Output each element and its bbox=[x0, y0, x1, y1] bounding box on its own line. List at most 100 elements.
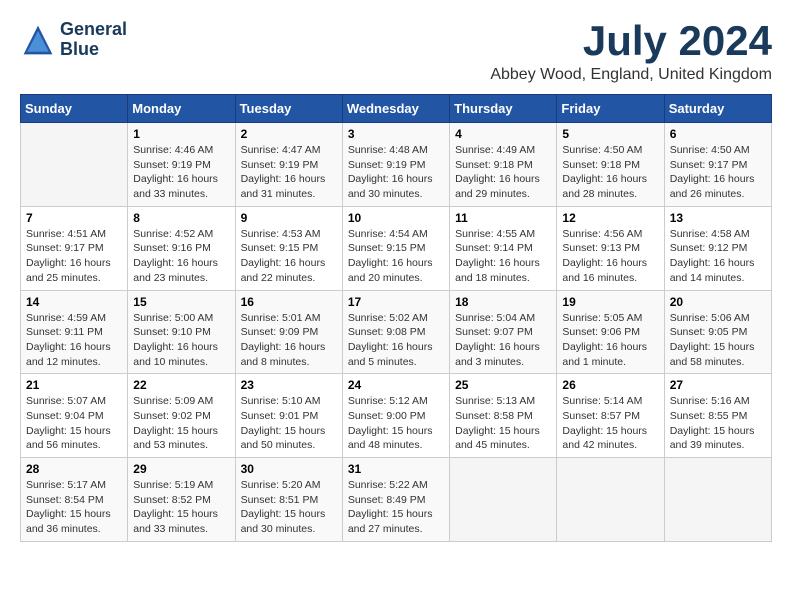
day-info: Sunrise: 5:00 AM Sunset: 9:10 PM Dayligh… bbox=[133, 311, 229, 370]
day-info: Sunrise: 5:19 AM Sunset: 8:52 PM Dayligh… bbox=[133, 478, 229, 537]
day-number: 2 bbox=[241, 127, 337, 141]
day-info: Sunrise: 5:17 AM Sunset: 8:54 PM Dayligh… bbox=[26, 478, 122, 537]
day-number: 22 bbox=[133, 378, 229, 392]
header-cell-saturday: Saturday bbox=[664, 95, 771, 123]
header-cell-thursday: Thursday bbox=[450, 95, 557, 123]
logo-icon bbox=[20, 22, 56, 58]
calendar-cell: 12 Sunrise: 4:56 AM Sunset: 9:13 PM Dayli… bbox=[557, 206, 664, 290]
calendar-cell: 25Sunrise: 5:13 AM Sunset: 8:58 PM Dayli… bbox=[450, 374, 557, 458]
day-info: Sunrise: 5:13 AM Sunset: 8:58 PM Dayligh… bbox=[455, 394, 551, 453]
calendar-week-3: 14 Sunrise: 4:59 AM Sunset: 9:11 PM Dayli… bbox=[21, 290, 772, 374]
calendar-cell: 31 Sunrise: 5:22 AM Sunset: 8:49 PM Dayli… bbox=[342, 458, 449, 542]
day-number: 5 bbox=[562, 127, 658, 141]
calendar-cell: 16Sunrise: 5:01 AM Sunset: 9:09 PM Dayli… bbox=[235, 290, 342, 374]
header-cell-monday: Monday bbox=[128, 95, 235, 123]
day-number: 14 bbox=[26, 295, 122, 309]
day-info: Sunrise: 5:10 AM Sunset: 9:01 PM Dayligh… bbox=[241, 394, 337, 453]
calendar-cell: 26 Sunrise: 5:14 AM Sunset: 8:57 PM Dayli… bbox=[557, 374, 664, 458]
day-number: 6 bbox=[670, 127, 766, 141]
calendar-cell: 7Sunrise: 4:51 AM Sunset: 9:17 PM Daylig… bbox=[21, 206, 128, 290]
calendar-cell: 8Sunrise: 4:52 AM Sunset: 9:16 PM Daylig… bbox=[128, 206, 235, 290]
calendar-header-row: SundayMondayTuesdayWednesdayThursdayFrid… bbox=[21, 95, 772, 123]
subtitle: Abbey Wood, England, United Kingdom bbox=[490, 66, 772, 84]
day-info: Sunrise: 5:07 AM Sunset: 9:04 PM Dayligh… bbox=[26, 394, 122, 453]
calendar-header: SundayMondayTuesdayWednesdayThursdayFrid… bbox=[21, 95, 772, 123]
calendar-cell: 18Sunrise: 5:04 AM Sunset: 9:07 PM Dayli… bbox=[450, 290, 557, 374]
calendar-table: SundayMondayTuesdayWednesdayThursdayFrid… bbox=[20, 94, 772, 542]
header-cell-sunday: Sunday bbox=[21, 95, 128, 123]
day-info: Sunrise: 4:54 AM Sunset: 9:15 PM Dayligh… bbox=[348, 227, 444, 286]
day-number: 12 bbox=[562, 211, 658, 225]
calendar-cell: 20 Sunrise: 5:06 AM Sunset: 9:05 PM Dayli… bbox=[664, 290, 771, 374]
calendar-cell: 23 Sunrise: 5:10 AM Sunset: 9:01 PM Dayli… bbox=[235, 374, 342, 458]
day-number: 9 bbox=[241, 211, 337, 225]
day-number: 31 bbox=[348, 462, 444, 476]
calendar-cell: 4Sunrise: 4:49 AM Sunset: 9:18 PM Daylig… bbox=[450, 123, 557, 207]
day-info: Sunrise: 5:06 AM Sunset: 9:05 PM Dayligh… bbox=[670, 311, 766, 370]
day-info: Sunrise: 4:50 AM Sunset: 9:18 PM Dayligh… bbox=[562, 143, 658, 202]
calendar-week-2: 7Sunrise: 4:51 AM Sunset: 9:17 PM Daylig… bbox=[21, 206, 772, 290]
day-number: 30 bbox=[241, 462, 337, 476]
calendar-cell bbox=[450, 458, 557, 542]
day-number: 10 bbox=[348, 211, 444, 225]
day-number: 13 bbox=[670, 211, 766, 225]
calendar-cell: 28Sunrise: 5:17 AM Sunset: 8:54 PM Dayli… bbox=[21, 458, 128, 542]
calendar-cell: 29Sunrise: 5:19 AM Sunset: 8:52 PM Dayli… bbox=[128, 458, 235, 542]
day-info: Sunrise: 4:52 AM Sunset: 9:16 PM Dayligh… bbox=[133, 227, 229, 286]
day-number: 26 bbox=[562, 378, 658, 392]
calendar-cell bbox=[21, 123, 128, 207]
day-info: Sunrise: 4:56 AM Sunset: 9:13 PM Dayligh… bbox=[562, 227, 658, 286]
day-info: Sunrise: 5:12 AM Sunset: 9:00 PM Dayligh… bbox=[348, 394, 444, 453]
day-number: 27 bbox=[670, 378, 766, 392]
day-info: Sunrise: 5:01 AM Sunset: 9:09 PM Dayligh… bbox=[241, 311, 337, 370]
calendar-cell: 9 Sunrise: 4:53 AM Sunset: 9:15 PM Daylig… bbox=[235, 206, 342, 290]
calendar-cell: 27 Sunrise: 5:16 AM Sunset: 8:55 PM Dayli… bbox=[664, 374, 771, 458]
header: General Blue July 2024 Abbey Wood, Engla… bbox=[20, 20, 772, 84]
day-info: Sunrise: 4:58 AM Sunset: 9:12 PM Dayligh… bbox=[670, 227, 766, 286]
calendar-cell: 15Sunrise: 5:00 AM Sunset: 9:10 PM Dayli… bbox=[128, 290, 235, 374]
calendar-cell: 24 Sunrise: 5:12 AM Sunset: 9:00 PM Dayli… bbox=[342, 374, 449, 458]
day-info: Sunrise: 4:59 AM Sunset: 9:11 PM Dayligh… bbox=[26, 311, 122, 370]
calendar-cell: 13 Sunrise: 4:58 AM Sunset: 9:12 PM Dayli… bbox=[664, 206, 771, 290]
calendar-cell: 22 Sunrise: 5:09 AM Sunset: 9:02 PM Dayli… bbox=[128, 374, 235, 458]
day-number: 7 bbox=[26, 211, 122, 225]
day-info: Sunrise: 5:09 AM Sunset: 9:02 PM Dayligh… bbox=[133, 394, 229, 453]
day-info: Sunrise: 5:22 AM Sunset: 8:49 PM Dayligh… bbox=[348, 478, 444, 537]
header-cell-tuesday: Tuesday bbox=[235, 95, 342, 123]
day-info: Sunrise: 4:46 AM Sunset: 9:19 PM Dayligh… bbox=[133, 143, 229, 202]
main-title: July 2024 bbox=[490, 20, 772, 62]
day-number: 21 bbox=[26, 378, 122, 392]
day-info: Sunrise: 4:55 AM Sunset: 9:14 PM Dayligh… bbox=[455, 227, 551, 286]
calendar-cell: 1 Sunrise: 4:46 AM Sunset: 9:19 PM Daylig… bbox=[128, 123, 235, 207]
day-number: 23 bbox=[241, 378, 337, 392]
day-info: Sunrise: 4:49 AM Sunset: 9:18 PM Dayligh… bbox=[455, 143, 551, 202]
day-info: Sunrise: 5:02 AM Sunset: 9:08 PM Dayligh… bbox=[348, 311, 444, 370]
day-number: 19 bbox=[562, 295, 658, 309]
day-info: Sunrise: 5:05 AM Sunset: 9:06 PM Dayligh… bbox=[562, 311, 658, 370]
header-cell-friday: Friday bbox=[557, 95, 664, 123]
day-info: Sunrise: 5:16 AM Sunset: 8:55 PM Dayligh… bbox=[670, 394, 766, 453]
calendar-cell: 3Sunrise: 4:48 AM Sunset: 9:19 PM Daylig… bbox=[342, 123, 449, 207]
day-info: Sunrise: 5:04 AM Sunset: 9:07 PM Dayligh… bbox=[455, 311, 551, 370]
calendar-cell: 14 Sunrise: 4:59 AM Sunset: 9:11 PM Dayli… bbox=[21, 290, 128, 374]
day-number: 1 bbox=[133, 127, 229, 141]
day-info: Sunrise: 5:20 AM Sunset: 8:51 PM Dayligh… bbox=[241, 478, 337, 537]
day-info: Sunrise: 5:14 AM Sunset: 8:57 PM Dayligh… bbox=[562, 394, 658, 453]
calendar-cell: 17Sunrise: 5:02 AM Sunset: 9:08 PM Dayli… bbox=[342, 290, 449, 374]
title-block: July 2024 Abbey Wood, England, United Ki… bbox=[490, 20, 772, 84]
calendar-cell: 2 Sunrise: 4:47 AM Sunset: 9:19 PM Daylig… bbox=[235, 123, 342, 207]
calendar-week-1: 1 Sunrise: 4:46 AM Sunset: 9:19 PM Daylig… bbox=[21, 123, 772, 207]
logo-line1: General bbox=[60, 20, 127, 40]
day-info: Sunrise: 4:53 AM Sunset: 9:15 PM Dayligh… bbox=[241, 227, 337, 286]
logo: General Blue bbox=[20, 20, 127, 60]
day-info: Sunrise: 4:47 AM Sunset: 9:19 PM Dayligh… bbox=[241, 143, 337, 202]
calendar-week-5: 28Sunrise: 5:17 AM Sunset: 8:54 PM Dayli… bbox=[21, 458, 772, 542]
calendar-body: 1 Sunrise: 4:46 AM Sunset: 9:19 PM Daylig… bbox=[21, 123, 772, 542]
calendar-cell bbox=[664, 458, 771, 542]
calendar-cell: 19 Sunrise: 5:05 AM Sunset: 9:06 PM Dayli… bbox=[557, 290, 664, 374]
header-cell-wednesday: Wednesday bbox=[342, 95, 449, 123]
calendar-cell bbox=[557, 458, 664, 542]
day-number: 24 bbox=[348, 378, 444, 392]
calendar-cell: 11Sunrise: 4:55 AM Sunset: 9:14 PM Dayli… bbox=[450, 206, 557, 290]
day-number: 20 bbox=[670, 295, 766, 309]
